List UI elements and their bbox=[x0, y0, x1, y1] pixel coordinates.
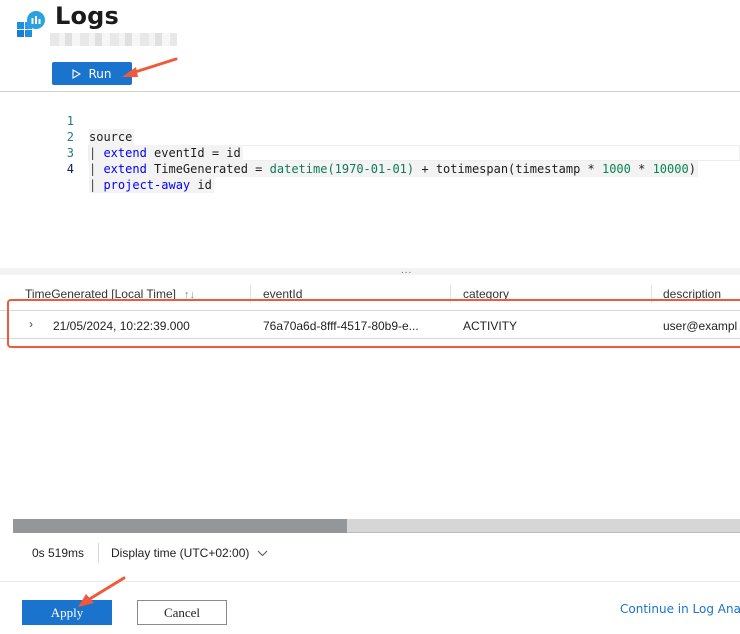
code-rest: id bbox=[190, 178, 212, 192]
table-row[interactable]: › 21/05/2024, 10:22:39.000 76a70a6d-8fff… bbox=[0, 310, 740, 339]
code-keyword: project-away bbox=[103, 178, 191, 192]
column-divider[interactable] bbox=[250, 285, 251, 303]
code-function: datetime(1970-01-01) bbox=[269, 162, 415, 176]
code-line: 2 | extend eventId = id bbox=[0, 113, 243, 161]
status-bar: 0s 519ms Display time (UTC+02:00) bbox=[0, 540, 740, 568]
play-icon bbox=[72, 68, 82, 79]
column-label: TimeGenerated [Local Time] bbox=[25, 287, 176, 301]
column-divider[interactable] bbox=[651, 285, 652, 303]
code-keyword: extend bbox=[103, 162, 147, 176]
splitter-handle[interactable]: ... bbox=[401, 265, 412, 276]
code-rest: eventId = id bbox=[146, 146, 241, 160]
code-pipe: | bbox=[89, 146, 104, 160]
display-time-dropdown[interactable]: Display time (UTC+02:00) bbox=[111, 546, 268, 560]
line-number: 4 bbox=[66, 162, 74, 176]
line-number: 2 bbox=[66, 130, 74, 144]
code-number: 10000 bbox=[652, 162, 689, 176]
code-pipe: | bbox=[89, 178, 104, 192]
page-title: Logs bbox=[55, 2, 120, 30]
cell-category: ACTIVITY bbox=[463, 319, 518, 333]
code-text: | extend eventId = id bbox=[89, 145, 243, 161]
scrollbar-thumb[interactable] bbox=[13, 519, 348, 533]
run-button-label: Run bbox=[88, 66, 112, 81]
horizontal-scrollbar[interactable] bbox=[13, 519, 740, 533]
code-mid: TimeGenerated = bbox=[146, 162, 270, 176]
code-op: * bbox=[630, 162, 653, 176]
cell-timegenerated: 21/05/2024, 10:22:39.000 bbox=[53, 319, 190, 333]
column-header-eventid[interactable]: eventId bbox=[263, 287, 302, 301]
code-text: | project-away id bbox=[89, 177, 214, 193]
run-button[interactable]: Run bbox=[52, 62, 132, 85]
column-header-timegenerated[interactable]: TimeGenerated [Local Time] ↑↓ bbox=[25, 287, 195, 301]
line-number: 3 bbox=[66, 146, 74, 160]
code-keyword: extend bbox=[103, 146, 147, 160]
cell-description: user@exampl bbox=[663, 319, 738, 333]
column-header-description[interactable]: description bbox=[663, 287, 721, 301]
toolbar-divider bbox=[0, 91, 740, 92]
line-number: 1 bbox=[66, 114, 74, 128]
sort-icon[interactable]: ↑↓ bbox=[184, 289, 195, 301]
code-number: 1000 bbox=[601, 162, 631, 176]
apply-button[interactable]: Apply bbox=[22, 600, 112, 625]
redacted-subtitle bbox=[50, 33, 177, 46]
chevron-down-icon bbox=[258, 550, 268, 557]
status-divider bbox=[98, 543, 99, 563]
log-analytics-icon bbox=[17, 11, 45, 37]
code-text: source bbox=[89, 129, 135, 145]
code-pipe: | bbox=[89, 162, 104, 176]
results-header: TimeGenerated [Local Time] ↑↓ eventId cat… bbox=[0, 283, 740, 309]
continue-in-log-analytics-link[interactable]: Continue in Log Anal bbox=[620, 602, 740, 616]
footer-divider bbox=[0, 581, 740, 582]
column-divider[interactable] bbox=[450, 285, 451, 303]
expand-row-icon[interactable]: › bbox=[29, 317, 33, 331]
code-source: source bbox=[89, 130, 133, 144]
cell-eventid: 76a70a6d-8fff-4517-80b9-e... bbox=[263, 319, 419, 333]
cancel-button[interactable]: Cancel bbox=[137, 600, 227, 625]
column-header-category[interactable]: category bbox=[463, 287, 509, 301]
query-duration: 0s 519ms bbox=[32, 546, 85, 560]
code-op: + totimespan(timestamp * bbox=[414, 162, 602, 176]
code-text: | extend TimeGenerated = datetime(1970-0… bbox=[89, 161, 698, 177]
pane-splitter[interactable] bbox=[0, 268, 740, 275]
code-line: 1 source bbox=[0, 97, 135, 145]
code-close: ) bbox=[688, 162, 696, 176]
code-line: 4 | project-away id bbox=[0, 145, 214, 193]
display-time-label: Display time (UTC+02:00) bbox=[111, 546, 250, 560]
code-line: 3 | extend TimeGenerated = datetime(1970… bbox=[0, 129, 698, 177]
